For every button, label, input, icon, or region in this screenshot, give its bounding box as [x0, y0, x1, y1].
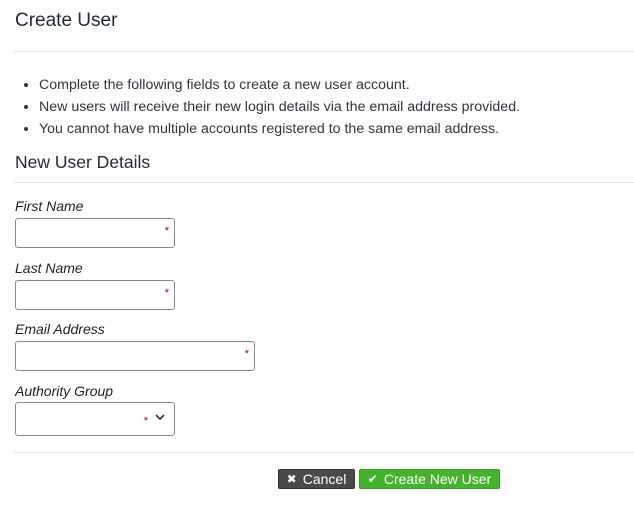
- last-name-input[interactable]: [16, 281, 162, 309]
- email-field: *: [15, 341, 255, 371]
- email-label: Email Address: [15, 321, 105, 337]
- last-name-field: *: [15, 280, 175, 310]
- first-name-label: First Name: [15, 198, 84, 214]
- required-marker: *: [244, 348, 249, 360]
- check-icon: ✔: [367, 472, 378, 486]
- instruction-item: New users will receive their new login d…: [39, 96, 520, 118]
- required-marker: *: [143, 415, 148, 427]
- cancel-button-label: Cancel: [302, 471, 347, 487]
- instructions-list: Complete the following fields to create …: [16, 74, 520, 140]
- first-name-input[interactable]: [16, 219, 162, 247]
- times-icon: ✖: [286, 472, 297, 486]
- email-input[interactable]: [16, 342, 242, 370]
- section-title: New User Details: [15, 152, 151, 172]
- chevron-down-icon: [155, 414, 165, 421]
- required-marker: *: [164, 225, 169, 237]
- authority-group-select[interactable]: *: [15, 402, 175, 436]
- divider: [14, 452, 634, 453]
- instruction-item: Complete the following fields to create …: [39, 74, 520, 96]
- authority-group-label: Authority Group: [15, 383, 114, 399]
- page-title: Create User: [15, 10, 118, 31]
- create-button-label: Create New User: [383, 471, 492, 487]
- first-name-field: *: [15, 218, 175, 248]
- create-user-page: Create User Complete the following field…: [0, 0, 634, 508]
- create-new-user-button[interactable]: ✔ Create New User: [359, 469, 500, 489]
- divider: [14, 51, 634, 52]
- cancel-button[interactable]: ✖ Cancel: [278, 469, 355, 489]
- instruction-item: You cannot have multiple accounts regist…: [39, 118, 520, 140]
- last-name-label: Last Name: [15, 260, 83, 276]
- divider: [14, 182, 634, 183]
- required-marker: *: [164, 287, 169, 299]
